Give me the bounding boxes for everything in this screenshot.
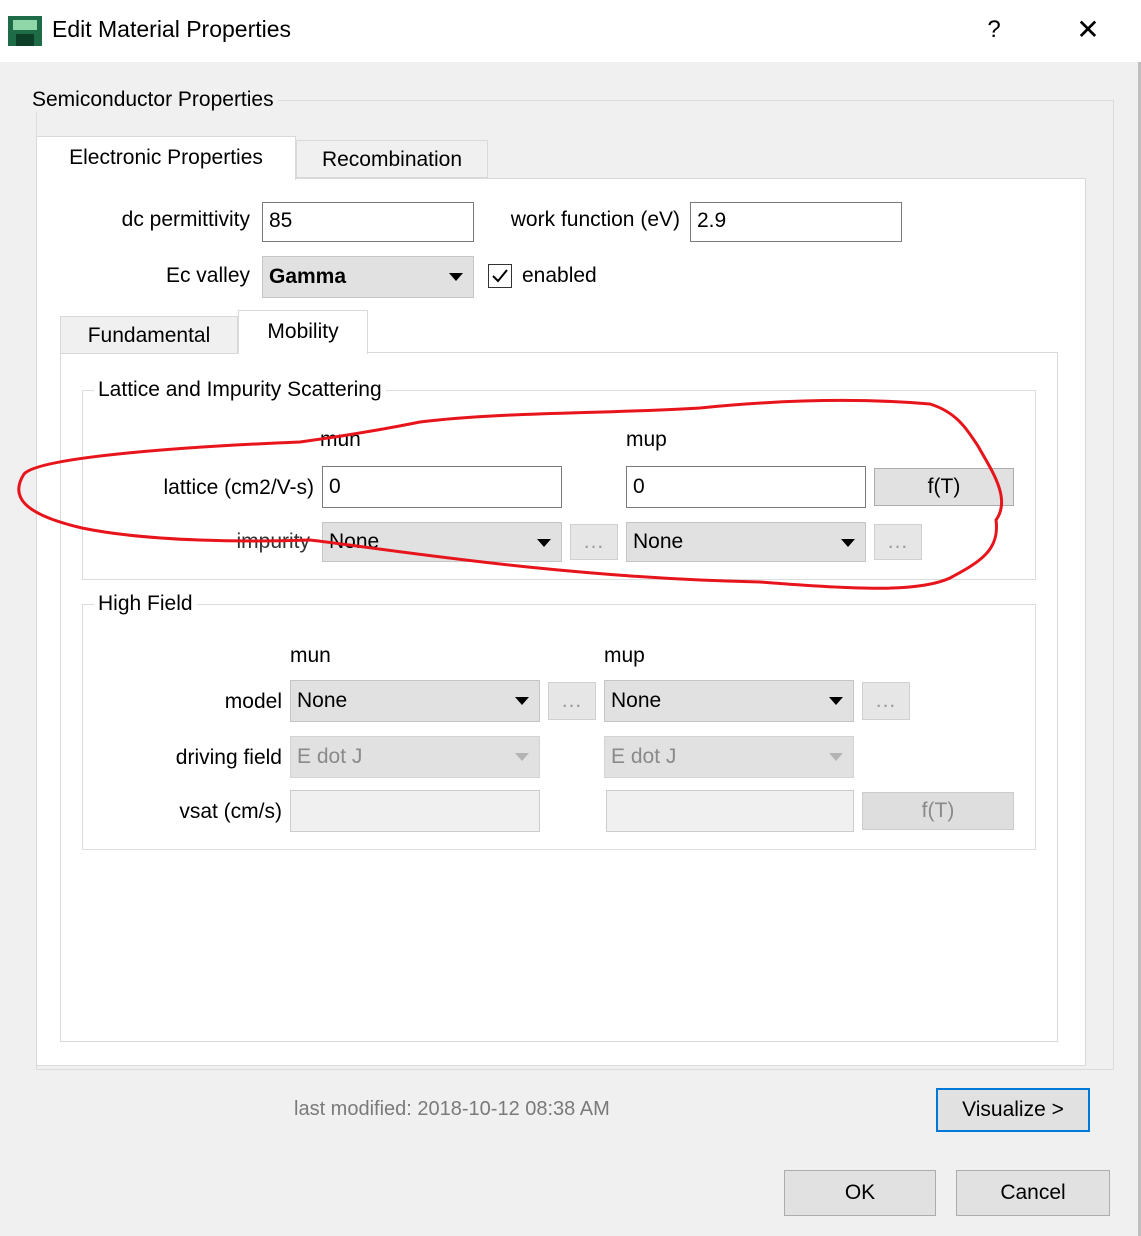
chevron-down-icon <box>829 697 843 705</box>
chevron-down-icon <box>515 697 529 705</box>
cancel-button[interactable]: Cancel <box>956 1170 1110 1216</box>
high-field-title: High Field <box>94 592 197 616</box>
vsat-ft-button[interactable]: f(T) <box>862 792 1014 830</box>
high-field-mup-header: mup <box>604 644 645 667</box>
vsat-mup-input[interactable] <box>606 790 854 832</box>
model-mup-select[interactable]: None <box>604 680 854 722</box>
visualize-button[interactable]: Visualize > <box>936 1088 1090 1132</box>
model-label: model <box>224 690 282 713</box>
model-mun-options-button[interactable]: ... <box>548 682 596 720</box>
chevron-down-icon <box>515 753 529 761</box>
vsat-label: vsat (cm/s) <box>179 800 282 823</box>
last-modified-text: last modified: 2018-10-12 08:38 AM <box>294 1098 610 1120</box>
model-mun-value: None <box>297 689 348 712</box>
ok-button[interactable]: OK <box>784 1170 936 1216</box>
high-field-mun-header: mun <box>290 644 331 667</box>
driving-field-label: driving field <box>175 746 282 769</box>
driving-field-mun-value: E dot J <box>297 745 363 768</box>
vsat-mun-input[interactable] <box>290 790 540 832</box>
driving-field-mup-select[interactable]: E dot J <box>604 736 854 778</box>
chevron-down-icon <box>829 753 843 761</box>
driving-field-mun-select[interactable]: E dot J <box>290 736 540 778</box>
model-mup-options-button[interactable]: ... <box>862 682 910 720</box>
driving-field-mup-value: E dot J <box>611 745 677 768</box>
model-mun-select[interactable]: None <box>290 680 540 722</box>
model-mup-value: None <box>611 689 662 712</box>
